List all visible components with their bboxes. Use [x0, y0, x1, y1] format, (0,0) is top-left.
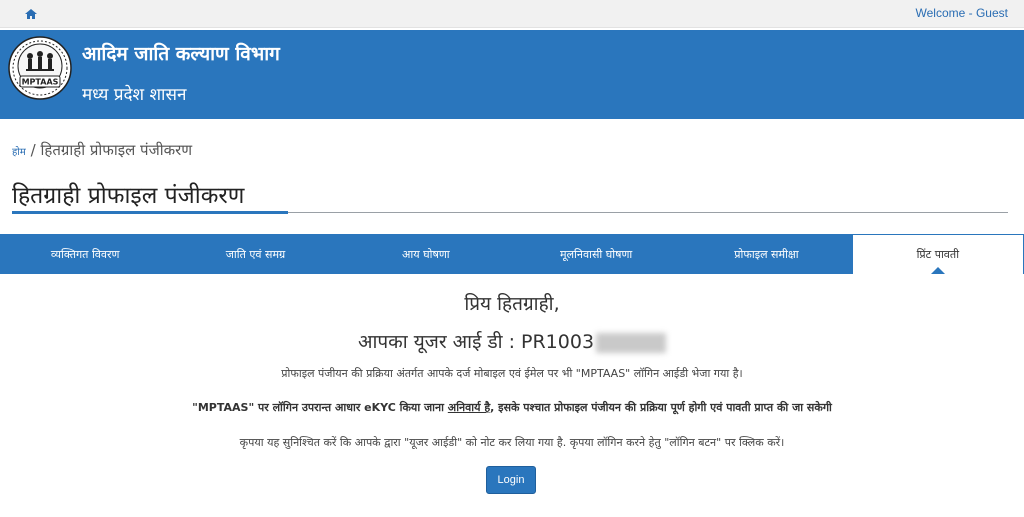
user-id-redacted: [596, 332, 667, 353]
info-ekyc-mandatory: "MPTAAS" पर लॉगिन उपरान्त आधार eKYC किया…: [0, 400, 1024, 415]
info-ekyc-part2: , इसके पश्चात प्रोफाइल पंजीयन की प्रक्रि…: [490, 401, 832, 414]
info-login-sent: प्रोफाइल पंजीयन की प्रक्रिया अंतर्गत आपक…: [281, 367, 743, 380]
greeting: प्रिय हितग्राही,: [464, 293, 560, 315]
department-name: आदिम जाति कल्याण विभाग: [82, 43, 280, 65]
breadcrumb-home-link[interactable]: होम: [12, 147, 26, 158]
breadcrumb: होम / हितग्राही प्रोफाइल पंजीकरण: [12, 140, 192, 160]
user-id-label: आपका यूजर आई डी :: [357, 331, 522, 353]
tab-domicile-declaration[interactable]: मूलनिवासी घोषणा: [511, 234, 681, 274]
tab-print-receipt-label: प्रिंट पावती: [916, 248, 960, 261]
user-id-line: आपका यूजर आई डी : PR1003: [0, 328, 1024, 354]
active-tab-notch: [930, 267, 945, 274]
step-tabs: व्यक्तिगत विवरण जाति एवं समग्र आय घोषणा …: [0, 234, 1024, 274]
tab-caste-samagra[interactable]: जाति एवं समग्र: [170, 234, 340, 274]
home-icon[interactable]: [24, 7, 38, 21]
tab-income-declaration[interactable]: आय घोषणा: [341, 234, 511, 274]
breadcrumb-current: हितग्राही प्रोफाइल पंजीकरण: [40, 141, 193, 159]
government-name: मध्य प्रदेश शासन: [82, 85, 187, 105]
site-header: MPTAAS आदिम जाति कल्याण विभाग मध्य प्रदे…: [0, 30, 1024, 119]
info-ekyc-part1: "MPTAAS" पर लॉगिन उपरान्त आधार eKYC किया…: [192, 401, 448, 414]
page-title: हितग्राही प्रोफाइल पंजीकरण: [12, 183, 245, 209]
logo-text: MPTAAS: [22, 78, 59, 87]
mptaas-logo-icon: MPTAAS: [8, 36, 72, 100]
tab-profile-review[interactable]: प्रोफाइल समीक्षा: [681, 234, 851, 274]
user-id-value: PR1003: [521, 331, 595, 353]
tab-print-receipt[interactable]: प्रिंट पावती: [851, 234, 1024, 274]
info-note-userid: कृपया यह सुनिश्चित करें कि आपके द्वारा "…: [239, 436, 785, 449]
welcome-text: Welcome - Guest: [915, 6, 1008, 20]
breadcrumb-separator: /: [30, 141, 36, 159]
info-ekyc-mandatory-word: अनिवार्य है: [447, 401, 491, 414]
top-bar: Welcome - Guest: [0, 0, 1024, 28]
tab-personal-details[interactable]: व्यक्तिगत विवरण: [0, 234, 170, 274]
title-accent-underline: [12, 211, 288, 214]
login-button[interactable]: Login: [486, 466, 536, 494]
